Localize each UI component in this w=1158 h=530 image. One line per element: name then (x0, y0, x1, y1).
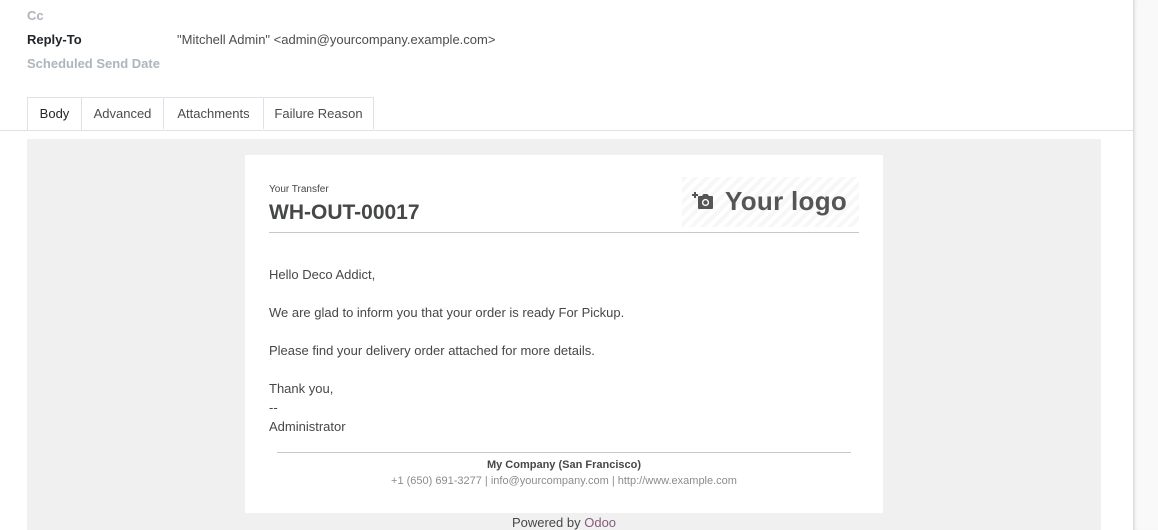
powered-by-text: Powered by (511, 515, 581, 530)
mail-form-sheet: Cc Reply-To "Mitchell Admin" <admin@your… (0, 0, 1133, 530)
company-name: My Company (San Francisco) (486, 459, 642, 471)
signature-separator: -- (269, 400, 278, 415)
reply-to-value[interactable]: "Mitchell Admin" <admin@yourcompany.exam… (177, 32, 495, 47)
transfer-caption: Your Transfer (269, 184, 329, 195)
footer-divider (277, 452, 851, 453)
cc-label: Cc (27, 8, 44, 23)
transfer-reference: WH-OUT-00017 (269, 201, 420, 224)
email-card: Your Transfer WH-OUT-00017 Your logo Hel… (245, 155, 883, 513)
camera-plus-icon (692, 192, 713, 209)
company-contact: +1 (650) 691-3277 | info@yourcompany.com… (391, 475, 737, 487)
signature-name: Administrator (269, 419, 346, 434)
email-body-preview: Your Transfer WH-OUT-00017 Your logo Hel… (27, 139, 1101, 530)
message-line-2: Please find your delivery order attached… (269, 343, 595, 358)
header-divider (269, 232, 859, 233)
tab-advanced[interactable]: Advanced (81, 97, 164, 129)
greeting-text: Hello Deco Addict, (269, 267, 376, 282)
tab-body[interactable]: Body (27, 97, 82, 130)
notebook-tabs: Body Advanced Attachments Failure Reason (0, 97, 1133, 131)
tab-attachments[interactable]: Attachments (163, 97, 264, 129)
tab-failure-reason[interactable]: Failure Reason (263, 97, 374, 129)
company-logo-placeholder: Your logo (682, 177, 859, 227)
odoo-link[interactable]: Odoo (584, 515, 616, 530)
reply-to-label: Reply-To (27, 32, 82, 47)
powered-by: Powered by Odoo (27, 515, 1101, 530)
form-sheet-edge (1133, 0, 1158, 530)
logo-text: Your logo (725, 186, 848, 216)
scheduled-send-date-label: Scheduled Send Date (27, 56, 160, 71)
thanks-text: Thank you, (269, 381, 334, 396)
message-line-1: We are glad to inform you that your orde… (269, 305, 625, 320)
